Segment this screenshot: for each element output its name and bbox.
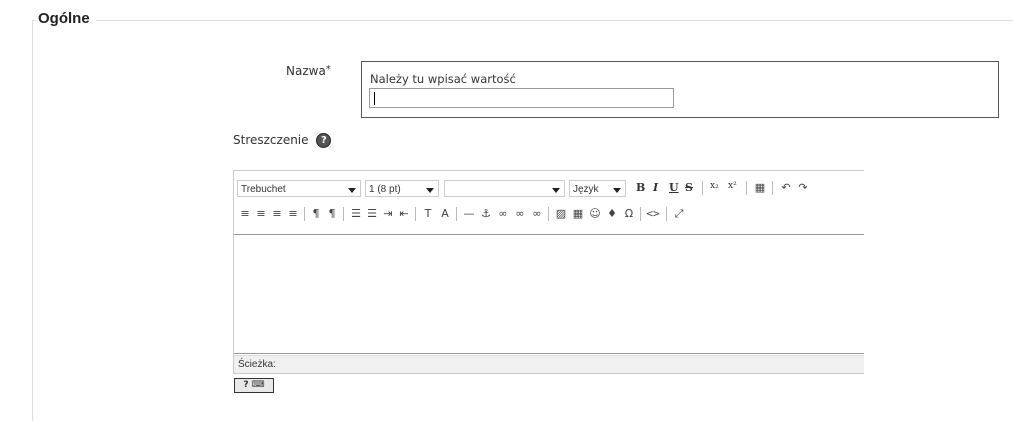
rtl-icon[interactable]: ¶ <box>325 207 339 221</box>
font-size-value: 1 (8 pt) <box>369 184 401 195</box>
font-family-value: Trebuchet <box>241 184 286 195</box>
search-replace-icon[interactable]: Ω <box>622 207 636 221</box>
italic-button[interactable]: I <box>653 181 658 194</box>
path-label: Ścieżka: <box>238 359 276 370</box>
indent-icon[interactable]: ⇥ <box>381 207 395 221</box>
toolbar-separator <box>456 207 457 221</box>
image-icon[interactable]: ▨ <box>554 207 568 221</box>
align-justify-icon[interactable]: ≡ <box>286 207 300 221</box>
chevron-down-icon <box>426 188 434 193</box>
toolbar-separator <box>640 207 641 221</box>
toolbar-separator <box>666 207 667 221</box>
toolbar-separator <box>702 181 703 195</box>
strikethrough-button[interactable]: S <box>685 181 693 194</box>
name-label: Nazwa* <box>286 64 331 78</box>
align-right-icon[interactable]: ≡ <box>270 207 284 221</box>
toolbar-separator <box>746 181 747 195</box>
table-icon[interactable]: ▦ <box>571 207 585 221</box>
fieldset-legend: Ogólne <box>36 10 96 27</box>
fullscreen-icon[interactable]: ⤢ <box>672 207 686 221</box>
language-value: Język <box>573 184 599 195</box>
required-mark: * <box>325 64 331 75</box>
outdent-icon[interactable]: ⇤ <box>397 207 411 221</box>
font-family-select[interactable]: Trebuchet <box>237 180 361 197</box>
horizontal-rule-icon[interactable]: — <box>462 207 476 221</box>
summary-label-row: Streszczenie ? <box>233 133 332 148</box>
font-size-select[interactable]: 1 (8 pt) <box>365 180 439 197</box>
html-editor: Trebuchet 1 (8 pt) Język B I U S x₂ x² ▦… <box>233 170 864 374</box>
underline-button[interactable]: U <box>669 181 679 194</box>
smiley-icon[interactable]: ☺ <box>588 207 602 221</box>
name-error-message: Należy tu wpisać wartość <box>370 72 516 86</box>
editor-text-area[interactable] <box>234 234 864 354</box>
bg-color-icon[interactable]: A <box>438 207 452 221</box>
help-icon[interactable]: ? <box>316 133 332 148</box>
name-input[interactable] <box>369 88 674 108</box>
align-left-icon[interactable]: ≡ <box>238 207 252 221</box>
toolbar-separator <box>772 181 773 195</box>
paste-word-icon[interactable]: ▦ <box>753 181 767 195</box>
superscript-button[interactable]: x² <box>728 181 737 191</box>
toolbar-separator <box>548 207 549 221</box>
undo-icon[interactable]: ↶ <box>779 181 793 195</box>
ordered-list-icon[interactable]: ☰ <box>349 207 363 221</box>
special-char-icon[interactable]: ♦ <box>605 207 619 221</box>
link-icon[interactable]: ∞ <box>496 207 510 221</box>
toolbar-separator <box>415 207 416 221</box>
language-select[interactable]: Język <box>569 180 626 197</box>
text-caret <box>374 92 375 105</box>
toolbar-separator <box>304 207 305 221</box>
chevron-down-icon <box>613 188 621 193</box>
chevron-down-icon <box>348 188 356 193</box>
toolbar-separator <box>343 207 344 221</box>
nolink-icon[interactable]: ∞ <box>530 207 544 221</box>
unordered-list-icon[interactable]: ☰ <box>365 207 379 221</box>
name-error-box: Należy tu wpisać wartość <box>361 61 999 118</box>
style-select[interactable] <box>444 180 565 197</box>
html-source-icon[interactable]: <> <box>646 207 660 221</box>
redo-icon[interactable]: ↷ <box>796 181 810 195</box>
bold-button[interactable]: B <box>636 181 645 194</box>
ltr-icon[interactable]: ¶ <box>309 207 323 221</box>
summary-label: Streszczenie <box>233 133 309 147</box>
unlink-icon[interactable]: ∞ <box>513 207 527 221</box>
keyboard-help-icon[interactable]: ? ⌨ <box>234 378 274 393</box>
name-label-text: Nazwa <box>286 64 326 78</box>
editor-toolbar: Trebuchet 1 (8 pt) Język B I U S x₂ x² ▦… <box>234 171 864 233</box>
subscript-button[interactable]: x₂ <box>710 181 719 191</box>
editor-statusbar: Ścieżka: <box>234 355 864 373</box>
text-color-icon[interactable]: T <box>421 207 435 221</box>
align-center-icon[interactable]: ≡ <box>254 207 268 221</box>
chevron-down-icon <box>552 188 560 193</box>
anchor-icon[interactable]: ⚓ <box>479 207 493 221</box>
